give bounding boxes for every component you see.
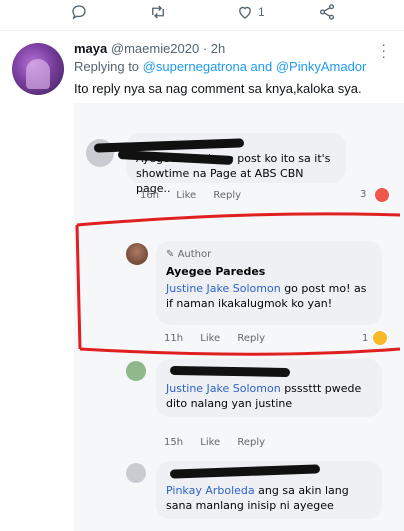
replying-to: Replying to @supernegatrona and @PinkyAm… [74,59,366,74]
author-handle[interactable]: @maemie2020 [111,41,199,56]
reply-button[interactable] [70,3,88,21]
like-count: 1 [258,5,265,19]
share-button[interactable] [318,3,336,21]
share-icon [319,4,335,20]
reply-icon [72,5,86,20]
replying-to-label: Replying to [74,59,140,74]
retweet-button[interactable] [148,3,168,21]
author-name[interactable]: maya [74,41,107,56]
comment-text: Justine Jake Solomon psssttt pwede dito … [166,382,362,410]
tweet-action-bar: 1 [0,0,404,28]
reply-link[interactable]: Reply [237,437,265,448]
avatar[interactable] [12,43,64,95]
heart-icon [239,6,251,19]
tweet-time[interactable]: · 2h [203,41,225,56]
comment-text: Pinkay Arboleda ang sa akin lang sana ma… [166,484,349,512]
retweet-icon [152,5,164,19]
like-link[interactable]: Like [200,437,220,448]
mention-link[interactable]: Justine Jake Solomon [166,382,281,395]
tweet-header: maya @maemie2020 · 2h [74,41,225,56]
mention-link[interactable]: Pinkay Arboleda [166,484,255,497]
comment-time: 15h [164,437,184,448]
commenter-avatar [126,463,146,483]
reply-tweet[interactable]: maya @maemie2020 · 2h · · · Replying to @s… [0,31,404,531]
more-options-icon[interactable]: · · · [381,37,386,63]
tweet-text: Ito reply nya sa nag comment sa knya,kal… [74,81,362,96]
comment-meta: 15h Like Reply [164,437,279,448]
like-button[interactable]: 1 [236,3,265,21]
attached-image[interactable]: Ayegee Paredes e post ko ito sa it's sho… [74,103,404,531]
commenter-avatar [126,361,146,381]
replying-to-users[interactable]: @supernegatrona and @PinkyAmador [143,59,367,74]
